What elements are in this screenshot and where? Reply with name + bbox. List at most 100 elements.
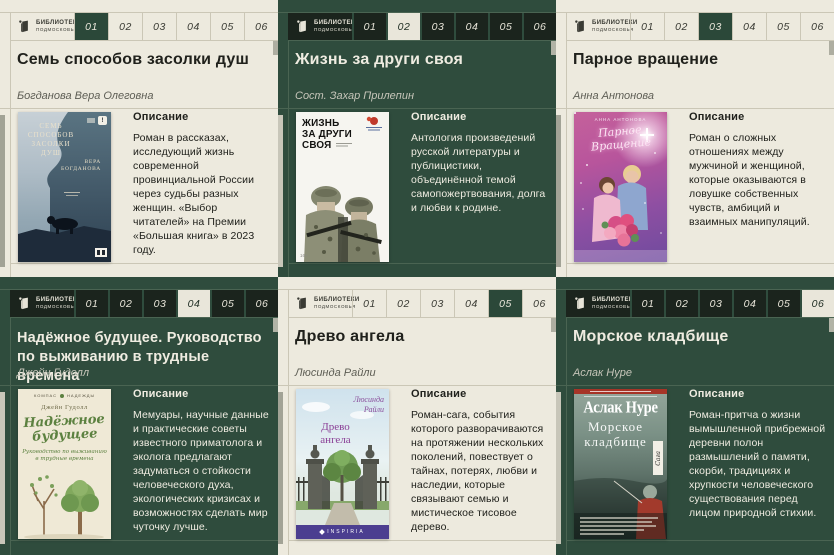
book-author: Люсинда Райли xyxy=(295,367,376,379)
tab-05[interactable]: 05 xyxy=(488,290,522,317)
tab-05[interactable]: 05 xyxy=(210,290,244,317)
tabs-row: БИБЛИОТЕКИ ПОДМОСКОВЬЯ 01 02 03 04 05 06 xyxy=(566,13,834,40)
series-left: КОМПАС xyxy=(33,393,58,398)
tab-06[interactable]: 06 xyxy=(244,13,278,40)
tab-04[interactable]: 04 xyxy=(176,13,210,40)
tagline-bar xyxy=(584,396,657,397)
tab-04[interactable]: 04 xyxy=(176,290,210,317)
divider xyxy=(288,263,556,264)
divider xyxy=(278,385,556,386)
inspiria-diamond-icon xyxy=(319,529,326,535)
cover-author: ВЕРА БОГДАНОВА xyxy=(61,159,101,172)
edge-strip xyxy=(829,318,834,332)
brand-logo: БИБЛИОТЕКИ ПОДМОСКОВЬЯ xyxy=(566,290,637,317)
cover-title: СЕМЬ СПОСОБОВ ЗАСОЛКИ ДУШ xyxy=(27,122,75,157)
description-text: Роман о сложных отношениях между мужчино… xyxy=(689,132,810,228)
age-badge xyxy=(87,118,95,123)
book-author: Богданова Вера Олеговна xyxy=(17,90,154,102)
divider xyxy=(556,108,834,109)
tab-01[interactable]: 01 xyxy=(74,290,108,317)
tab-03[interactable]: 03 xyxy=(420,290,454,317)
tab-02[interactable]: 02 xyxy=(664,290,698,317)
divider xyxy=(566,540,834,541)
description-label: Описание xyxy=(133,111,189,123)
library-logo-icon xyxy=(575,297,584,310)
tab-04[interactable]: 04 xyxy=(454,290,488,317)
library-logo-icon xyxy=(297,20,306,33)
description-block: Описание Роман-сага, события которого ра… xyxy=(411,388,550,534)
tab-02[interactable]: 02 xyxy=(664,13,698,40)
description-label: Описание xyxy=(689,111,745,123)
cover-title: ЖИЗНЬ ЗА ДРУГИ СВОЯ xyxy=(302,117,352,151)
cover-title: Морское кладбище xyxy=(584,419,647,449)
brand-logo: БИБЛИОТЕКИ ПОДМОСКОВЬЯ xyxy=(10,290,81,317)
divider xyxy=(10,12,11,277)
divider xyxy=(566,263,834,264)
sparkles-icon xyxy=(574,112,576,114)
tab-01[interactable]: 01 xyxy=(352,13,386,40)
description-text: Мемуары, научные данные и практические с… xyxy=(133,409,269,533)
tab-03[interactable]: 03 xyxy=(142,290,176,317)
tab-02[interactable]: 02 xyxy=(386,290,420,317)
tab-01[interactable]: 01 xyxy=(74,13,108,40)
publisher-band: INSPIRIA xyxy=(296,525,389,539)
description-text: Роман в рассказах, исследующий жизнь сов… xyxy=(133,132,255,256)
book-slide-1: БИБЛИОТЕКИ ПОДМОСКОВЬЯ 01 02 03 04 05 06… xyxy=(0,0,278,277)
description-text: Роман-притча о жизни вымышленной прибреж… xyxy=(689,409,826,519)
tab-03[interactable]: 03 xyxy=(698,290,732,317)
top-banner xyxy=(574,389,667,394)
description-block: Описание Роман-притча о жизни вымышленно… xyxy=(689,388,828,520)
tab-06[interactable]: 06 xyxy=(800,290,834,317)
tab-03[interactable]: 03 xyxy=(142,13,176,40)
tab-05[interactable]: 05 xyxy=(766,13,800,40)
tab-05[interactable]: 05 xyxy=(766,290,800,317)
tab-03[interactable]: 03 xyxy=(420,13,454,40)
book-slide-3: БИБЛИОТЕКИ ПОДМОСКОВЬЯ 01 02 03 04 05 06… xyxy=(556,0,834,277)
edge-strip xyxy=(278,392,283,544)
edge-strip xyxy=(0,115,5,267)
description-block: Описание Роман о сложных отношениях межд… xyxy=(689,111,828,229)
description-label: Описание xyxy=(133,388,189,400)
tab-02[interactable]: 02 xyxy=(108,290,142,317)
tab-06[interactable]: 06 xyxy=(522,13,556,40)
tab-02[interactable]: 02 xyxy=(386,13,420,40)
tab-05[interactable]: 05 xyxy=(210,13,244,40)
hope-dot-icon xyxy=(60,393,65,398)
description-label: Описание xyxy=(411,111,467,123)
divider xyxy=(288,317,556,318)
age-badge: 16+ xyxy=(300,253,308,258)
tab-01[interactable]: 01 xyxy=(630,290,664,317)
library-logo-icon xyxy=(297,297,306,310)
tab-04[interactable]: 04 xyxy=(454,13,488,40)
edge-strip xyxy=(829,41,834,55)
description-block: Описание Мемуары, научные данные и практ… xyxy=(133,388,272,534)
tab-06[interactable]: 06 xyxy=(244,290,278,317)
series-name: Сага xyxy=(654,450,662,466)
tab-06[interactable]: 06 xyxy=(522,290,556,317)
tab-01[interactable]: 01 xyxy=(630,13,664,40)
divider xyxy=(10,40,278,41)
tab-06[interactable]: 06 xyxy=(800,13,834,40)
tabs-row: БИБЛИОТЕКИ ПОДМОСКОВЬЯ 01 02 03 04 05 06 xyxy=(288,290,556,317)
tab-05[interactable]: 05 xyxy=(488,13,522,40)
brand-logo: БИБЛИОТЕКИ ПОДМОСКОВЬЯ xyxy=(566,13,637,40)
divider xyxy=(288,289,289,555)
tab-02[interactable]: 02 xyxy=(108,13,142,40)
tab-04[interactable]: 04 xyxy=(732,13,766,40)
tab-01[interactable]: 01 xyxy=(352,290,386,317)
brand-logo: БИБЛИОТЕКИ ПОДМОСКОВЬЯ xyxy=(288,13,359,40)
tab-04[interactable]: 04 xyxy=(732,290,766,317)
book-title: Древо ангела xyxy=(295,328,405,345)
brand-logo: БИБЛИОТЕКИ ПОДМОСКОВЬЯ xyxy=(288,290,359,317)
warning-badge-icon: ! xyxy=(98,116,107,125)
divider xyxy=(566,317,834,318)
book-cover-image: КОМПАС НАДЕЖДЫ Джейн Гудолл Надёжное буд… xyxy=(18,389,111,539)
edge-strip xyxy=(556,115,561,267)
cover-author: Аслак Нуре xyxy=(583,398,658,417)
tabs-row: БИБЛИОТЕКИ ПОДМОСКОВЬЯ 01 02 03 04 05 06 xyxy=(566,290,834,317)
tab-03[interactable]: 03 xyxy=(698,13,732,40)
book-slide-5: БИБЛИОТЕКИ ПОДМОСКОВЬЯ 01 02 03 04 05 06… xyxy=(278,277,556,555)
cover-author: Джейн Гудолл xyxy=(41,404,88,411)
book-slide-2: БИБЛИОТЕКИ ПОДМОСКОВЬЯ 01 02 03 04 05 06… xyxy=(278,0,556,277)
description-text: Роман-сага, события которого разворачива… xyxy=(411,409,544,533)
